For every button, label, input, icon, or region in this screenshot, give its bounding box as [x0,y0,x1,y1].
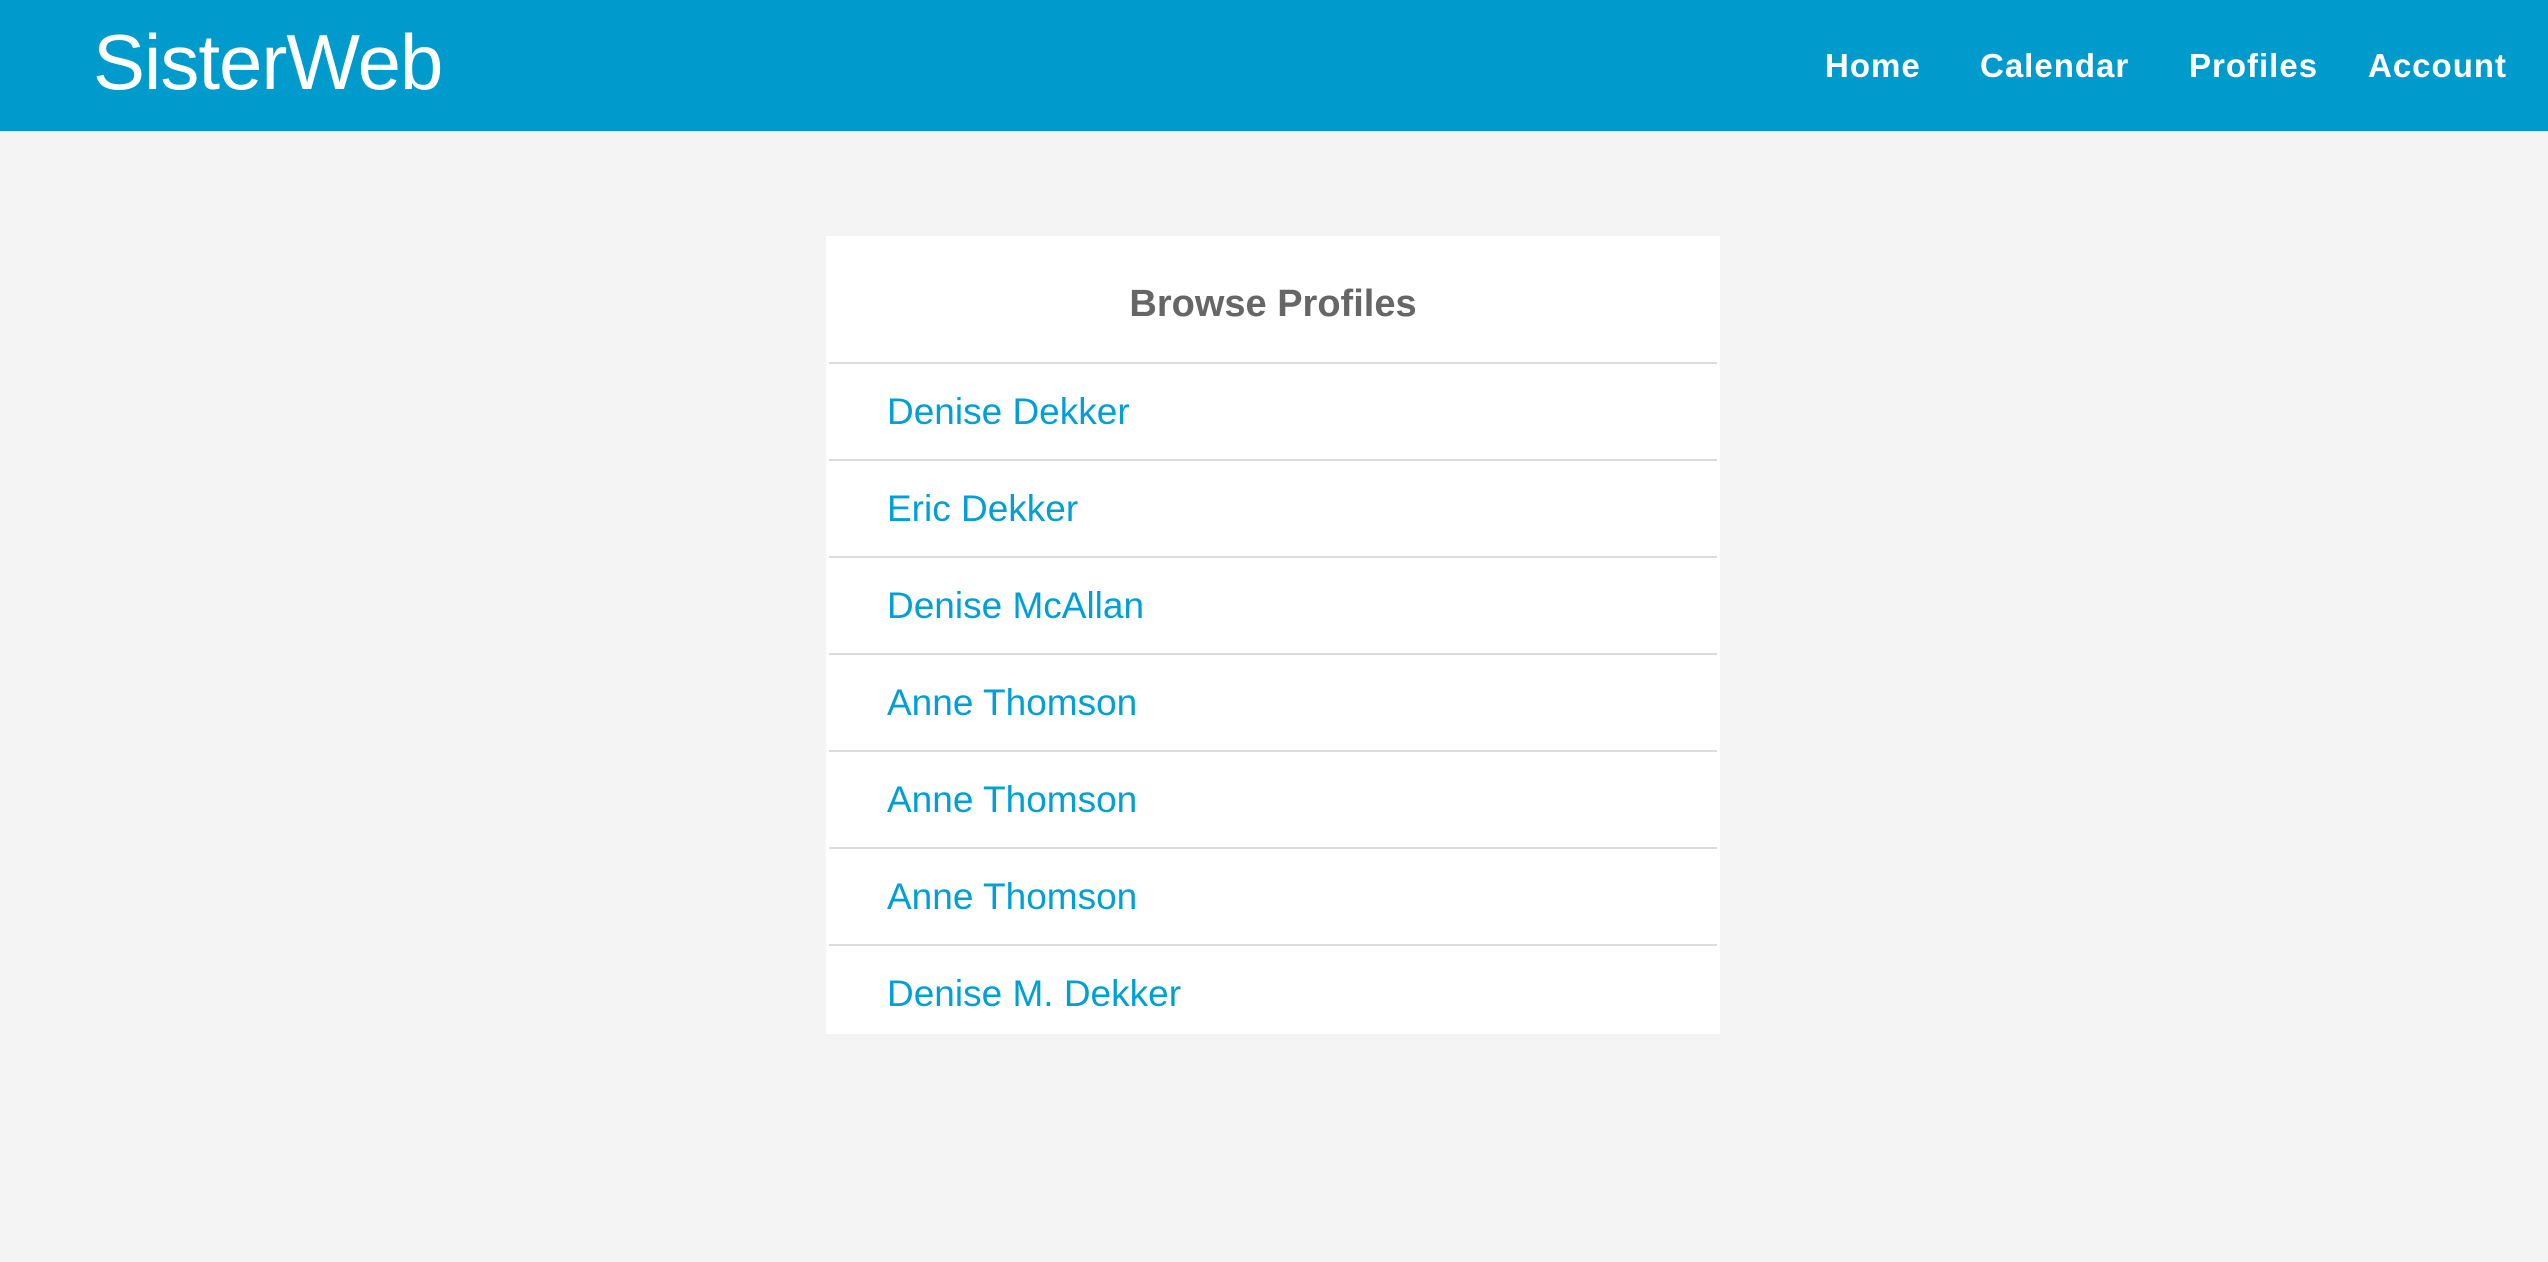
nav-profiles[interactable]: Profiles [2189,0,2318,131]
list-item: Anne Thomson [829,847,1717,944]
profile-link[interactable]: Denise M. Dekker [887,946,1181,1041]
nav-home[interactable]: Home [1825,0,1921,131]
brand-logo-link[interactable]: SisterWeb [93,12,443,112]
top-header: SisterWeb Home Calendar Profiles Account [0,0,2548,131]
list-item: Anne Thomson [829,750,1717,847]
profile-link[interactable]: Eric Dekker [887,461,1078,556]
profile-link[interactable]: Denise Dekker [887,364,1130,459]
browse-profiles-panel: Browse Profiles Denise Dekker Eric Dekke… [826,236,1720,1034]
profile-list: Denise Dekker Eric Dekker Denise McAllan… [829,362,1717,1041]
nav-account[interactable]: Account [2368,0,2507,131]
list-item: Anne Thomson [829,653,1717,750]
panel-title: Browse Profiles [1129,283,1417,325]
list-item: Eric Dekker [829,459,1717,556]
list-item: Denise M. Dekker [829,944,1717,1041]
nav-calendar[interactable]: Calendar [1980,0,2129,131]
profile-link[interactable]: Anne Thomson [887,849,1137,944]
profile-link[interactable]: Denise McAllan [887,558,1144,653]
list-item: Denise Dekker [829,362,1717,459]
profile-link[interactable]: Anne Thomson [887,655,1137,750]
list-item: Denise McAllan [829,556,1717,653]
profile-link[interactable]: Anne Thomson [887,752,1137,847]
